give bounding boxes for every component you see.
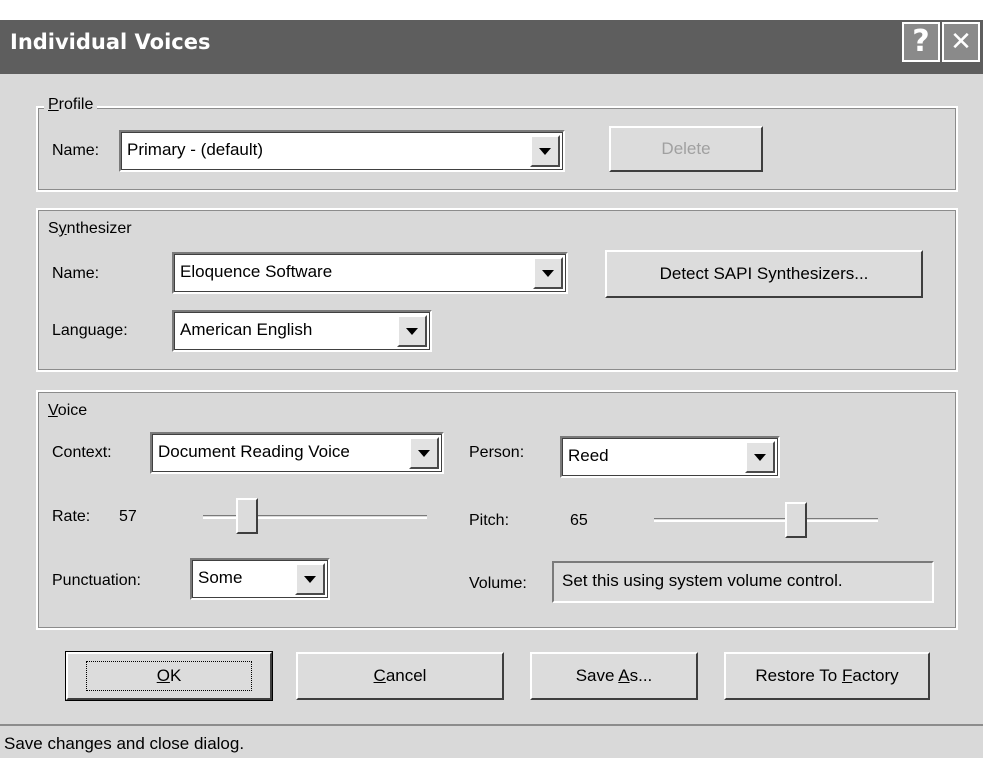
save-as-button[interactable]: Save As...: [530, 652, 698, 700]
punctuation-select[interactable]: Some: [190, 558, 330, 600]
synthesizer-name-label: Name:: [52, 265, 100, 282]
synthesizer-name-select[interactable]: Eloquence Software: [172, 252, 568, 294]
punctuation-value: Some: [198, 568, 243, 587]
ok-label: OK: [85, 661, 253, 691]
delete-button[interactable]: Delete: [609, 126, 763, 172]
language-label: Language:: [52, 322, 128, 339]
pitch-slider-track[interactable]: [654, 518, 878, 522]
profile-name-label: Name:: [52, 142, 100, 159]
chevron-down-icon[interactable]: [409, 437, 439, 469]
pitch-label: Pitch:: [469, 512, 510, 529]
detect-sapi-button[interactable]: Detect SAPI Synthesizers...: [605, 250, 923, 298]
chevron-down-icon[interactable]: [533, 257, 563, 289]
cancel-button[interactable]: Cancel: [296, 652, 504, 700]
help-icon[interactable]: ?: [902, 22, 940, 62]
synthesizer-name-value: Eloquence Software: [180, 262, 333, 281]
language-select[interactable]: American English: [172, 310, 432, 352]
rate-label: Rate:: [52, 508, 91, 525]
volume-readonly-field: Set this using system volume control.: [552, 561, 934, 603]
profile-group-label: Profile: [44, 96, 98, 114]
pitch-value: 65: [570, 512, 588, 529]
context-label: Context:: [52, 444, 112, 461]
person-label: Person:: [469, 444, 525, 461]
voice-group-label: Voice: [44, 402, 92, 420]
language-value: American English: [180, 320, 313, 339]
chevron-down-icon[interactable]: [745, 441, 775, 473]
pitch-slider-thumb[interactable]: [785, 502, 807, 538]
synthesizer-group-label: Synthesizer: [44, 220, 136, 238]
save-as-label: Save As...: [575, 666, 653, 685]
ok-button[interactable]: OK: [65, 651, 273, 701]
restore-label: Restore To Factory: [755, 666, 899, 685]
profile-name-value: Primary - (default): [127, 140, 264, 159]
chevron-down-icon[interactable]: [295, 563, 325, 595]
context-value: Document Reading Voice: [158, 442, 350, 461]
window-title: Individual Voices: [10, 30, 211, 54]
rate-value: 57: [119, 508, 137, 525]
status-text: Save changes and close dialog.: [4, 734, 245, 753]
chevron-down-icon[interactable]: [397, 315, 427, 347]
close-icon[interactable]: ✕: [942, 22, 980, 62]
rate-slider-thumb[interactable]: [236, 498, 258, 534]
punctuation-label: Punctuation:: [52, 572, 141, 589]
status-bar: Save changes and close dialog.: [0, 724, 983, 758]
chevron-down-icon[interactable]: [530, 135, 560, 167]
restore-factory-button[interactable]: Restore To Factory: [724, 652, 930, 700]
cancel-label: Cancel: [373, 666, 427, 685]
context-select[interactable]: Document Reading Voice: [150, 432, 444, 474]
person-value: Reed: [568, 446, 609, 465]
volume-label: Volume:: [469, 575, 527, 592]
person-select[interactable]: Reed: [560, 436, 780, 478]
profile-name-select[interactable]: Primary - (default): [119, 130, 565, 172]
